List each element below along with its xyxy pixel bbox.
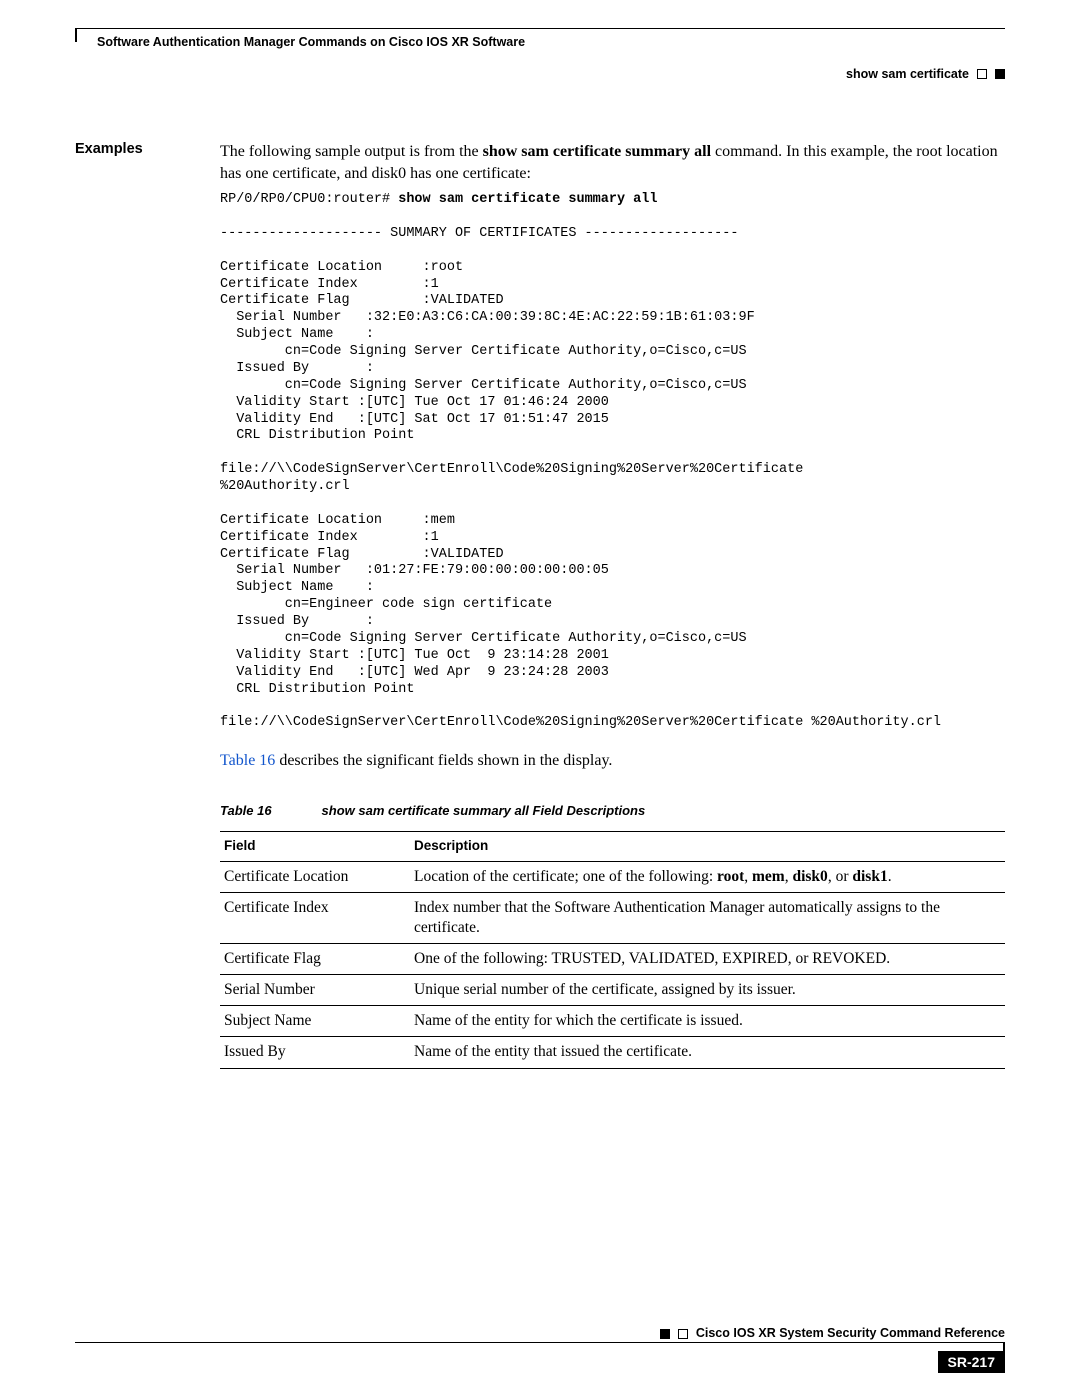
table-caption-title: show sam certificate summary all Field D… bbox=[322, 803, 646, 818]
cell-desc: One of the following: TRUSTED, VALIDATED… bbox=[410, 943, 1005, 974]
cell-desc: Location of the certificate; one of the … bbox=[410, 861, 1005, 892]
cell-desc: Unique serial number of the certificate,… bbox=[410, 975, 1005, 1006]
cell-field: Issued By bbox=[220, 1037, 410, 1068]
chapter-title: Software Authentication Manager Commands… bbox=[75, 35, 525, 49]
field-descriptions-table: Field Description Certificate Location L… bbox=[220, 831, 1005, 1068]
cell-field: Subject Name bbox=[220, 1006, 410, 1037]
table-row: Issued By Name of the entity that issued… bbox=[220, 1037, 1005, 1068]
cli-output: -------------------- SUMMARY OF CERTIFIC… bbox=[220, 226, 941, 730]
cell-desc: Name of the entity for which the certifi… bbox=[410, 1006, 1005, 1037]
page-number-badge: SR-217 bbox=[938, 1351, 1005, 1373]
table-number: Table 16 bbox=[220, 803, 272, 818]
table-ref-rest: describes the significant fields shown i… bbox=[275, 752, 612, 769]
footer-title: Cisco IOS XR System Security Command Ref… bbox=[696, 1326, 1005, 1340]
table-row: Serial Number Unique serial number of th… bbox=[220, 975, 1005, 1006]
th-desc: Description bbox=[410, 832, 1005, 861]
cli-block: RP/0/RP0/CPU0:router# show sam certifica… bbox=[220, 192, 1005, 732]
cell-field: Certificate Location bbox=[220, 861, 410, 892]
table-caption: Table 16 show sam certificate summary all… bbox=[220, 802, 1005, 820]
table-row: Subject Name Name of the entity for whic… bbox=[220, 1006, 1005, 1037]
table-row: Certificate Index Index number that the … bbox=[220, 892, 1005, 943]
intro-command: show sam certificate summary all bbox=[483, 143, 711, 160]
breadcrumb: show sam certificate bbox=[846, 67, 969, 81]
table-ref-sentence: Table 16 describes the significant field… bbox=[220, 750, 1005, 772]
cell-field: Certificate Flag bbox=[220, 943, 410, 974]
cli-prompt: RP/0/RP0/CPU0:router# bbox=[220, 192, 398, 207]
footer-marker-open-icon bbox=[678, 1329, 688, 1339]
table-link[interactable]: Table 16 bbox=[220, 752, 275, 769]
intro-paragraph: The following sample output is from the … bbox=[220, 141, 1005, 184]
cell-desc: Name of the entity that issued the certi… bbox=[410, 1037, 1005, 1068]
marker-filled-icon bbox=[995, 69, 1005, 79]
table-row: Certificate Location Location of the cer… bbox=[220, 861, 1005, 892]
footer-marker-filled-icon bbox=[660, 1329, 670, 1339]
marker-open-icon bbox=[977, 69, 987, 79]
section-label: Examples bbox=[75, 141, 220, 157]
cell-field: Certificate Index bbox=[220, 892, 410, 943]
intro-pre: The following sample output is from the bbox=[220, 143, 483, 160]
cli-command: show sam certificate summary all bbox=[398, 192, 657, 207]
cell-field: Serial Number bbox=[220, 975, 410, 1006]
th-field: Field bbox=[220, 832, 410, 861]
table-row: Certificate Flag One of the following: T… bbox=[220, 943, 1005, 974]
cell-desc: Index number that the Software Authentic… bbox=[410, 892, 1005, 943]
